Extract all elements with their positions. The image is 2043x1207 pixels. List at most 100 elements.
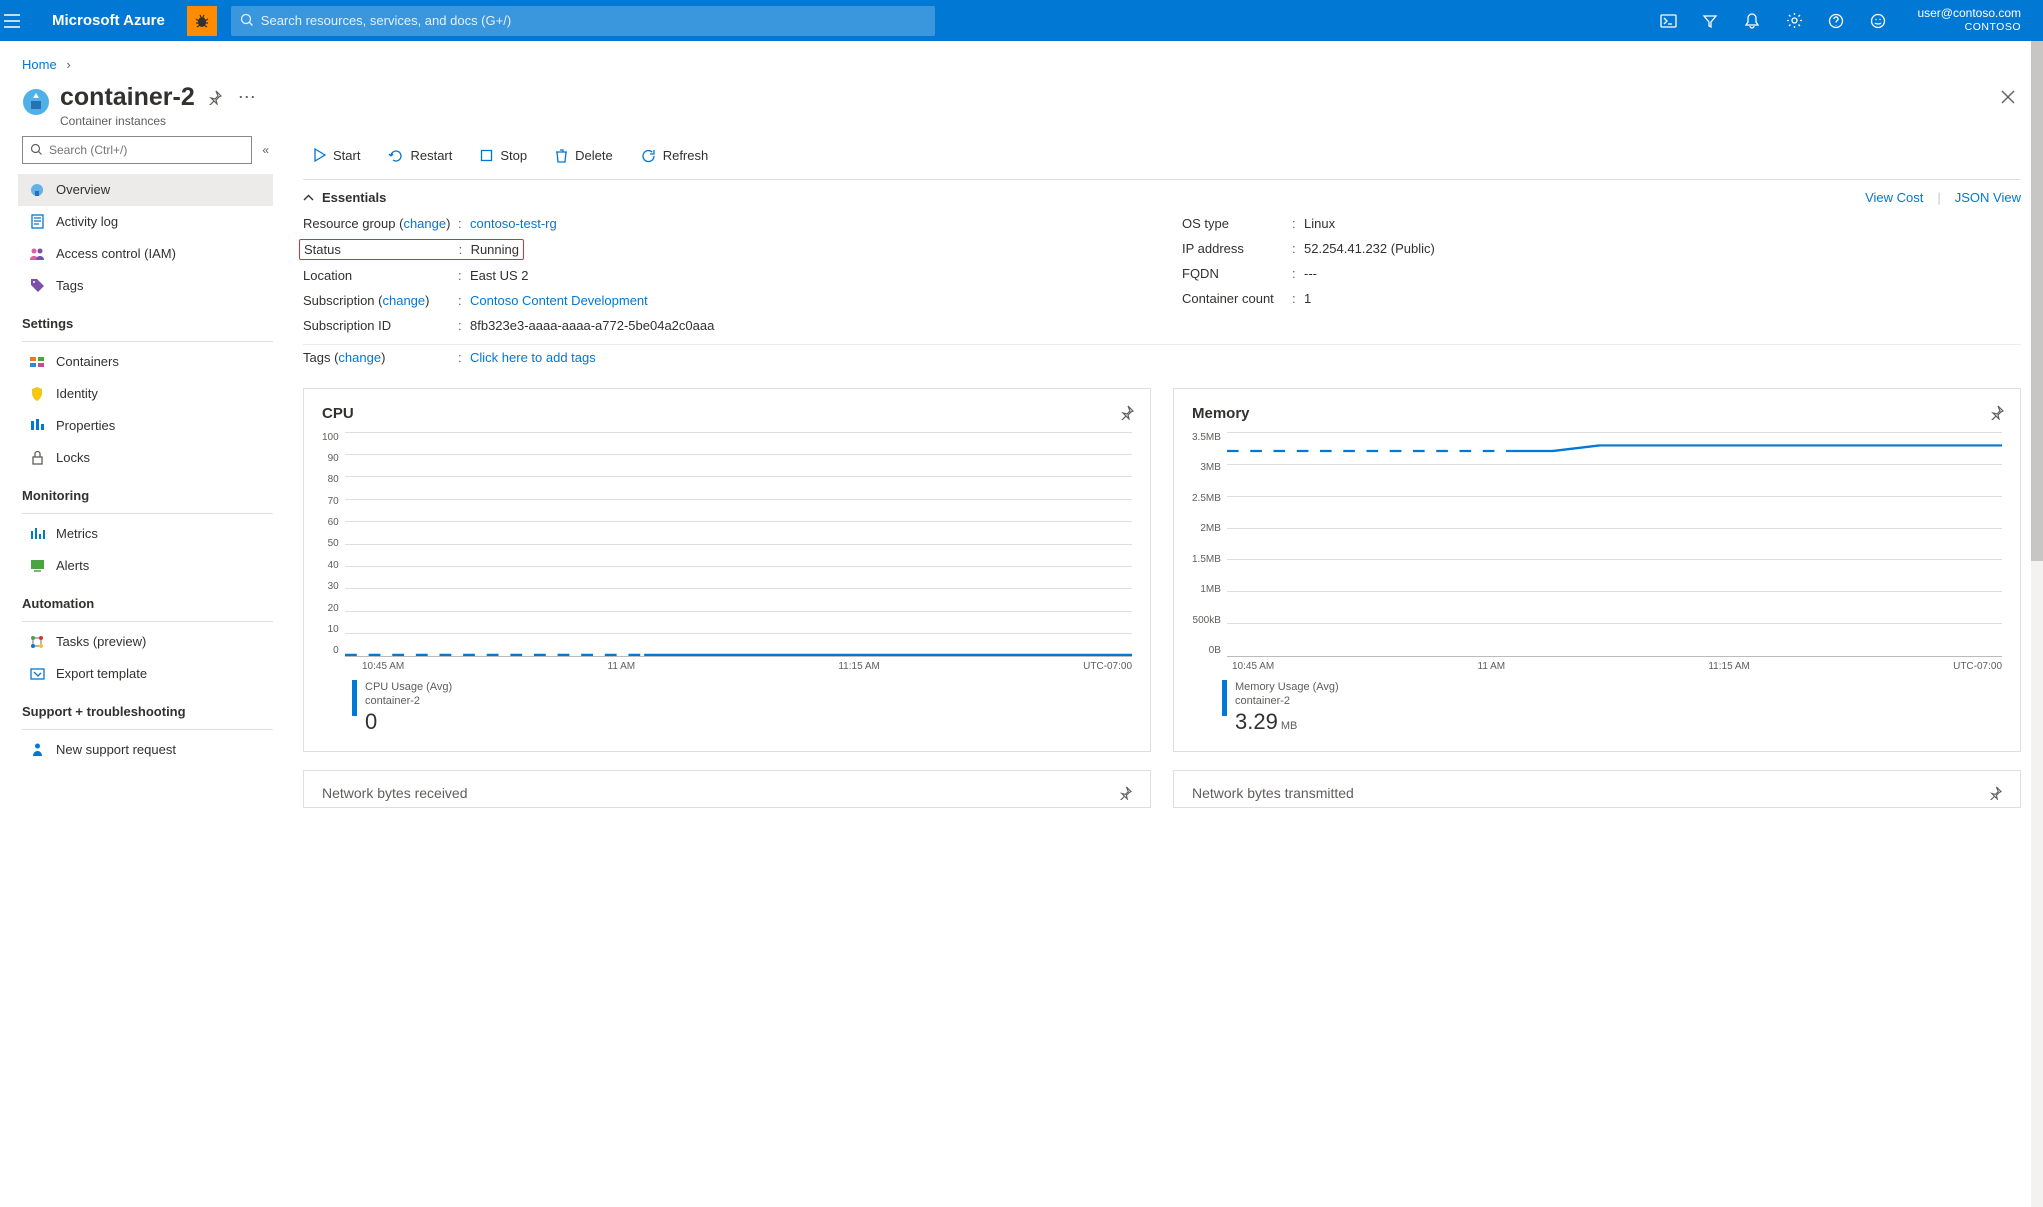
hamburger-icon xyxy=(4,14,20,28)
nav-section-automation: Automation xyxy=(18,582,273,617)
nav-tags[interactable]: Tags xyxy=(18,270,273,302)
delete-icon xyxy=(555,148,568,163)
chevron-right-icon: › xyxy=(66,57,70,72)
change-tags-link[interactable]: change xyxy=(338,350,381,365)
os-label: OS type xyxy=(1182,216,1292,231)
cpu-value: 0 xyxy=(365,708,452,737)
locks-icon xyxy=(28,449,46,467)
nav-properties[interactable]: Properties xyxy=(18,410,273,442)
cpu-chart-card: CPU 1009080706050403020100 10:45 AM11 AM… xyxy=(303,388,1151,752)
stop-button[interactable]: Stop xyxy=(470,144,537,167)
essentials-header[interactable]: Essentials View Cost | JSON View xyxy=(303,180,2021,211)
notifications-button[interactable] xyxy=(1731,0,1773,41)
memory-plot-area[interactable] xyxy=(1227,432,2002,657)
pin-memory-button[interactable] xyxy=(1989,405,2004,420)
location-label: Location xyxy=(303,268,458,283)
chevron-up-icon xyxy=(303,194,314,201)
preview-bug-button[interactable] xyxy=(187,6,217,36)
pin-icon xyxy=(207,90,222,105)
nav-export-template[interactable]: Export template xyxy=(18,658,273,690)
more-button[interactable]: ⋯ xyxy=(238,93,256,102)
page-scrollbar[interactable] xyxy=(2031,41,2043,1207)
command-bar: Start Restart Stop Delete Refresh xyxy=(303,136,2021,180)
start-button[interactable]: Start xyxy=(303,144,370,167)
cpu-chart-title: CPU xyxy=(322,405,1132,422)
bell-icon xyxy=(1744,12,1760,30)
pin-button[interactable] xyxy=(207,90,222,105)
overview-icon xyxy=(28,181,46,199)
refresh-button[interactable]: Refresh xyxy=(631,144,719,167)
change-sub-link[interactable]: change xyxy=(382,293,425,308)
memory-chart-title: Memory xyxy=(1192,405,2002,422)
nav-tasks[interactable]: Tasks (preview) xyxy=(18,626,273,658)
breadcrumb-home[interactable]: Home xyxy=(22,57,57,72)
menu-search-input[interactable] xyxy=(22,136,252,164)
pin-cpu-button[interactable] xyxy=(1119,405,1134,420)
restart-icon xyxy=(388,148,403,163)
add-tags-link[interactable]: Click here to add tags xyxy=(470,350,596,365)
help-button[interactable] xyxy=(1815,0,1857,41)
stop-icon xyxy=(480,149,493,162)
collapse-menu-button[interactable]: « xyxy=(262,143,269,157)
metrics-icon xyxy=(28,525,46,543)
support-icon xyxy=(28,741,46,759)
feedback-button[interactable] xyxy=(1857,0,1899,41)
page-title: container-2 xyxy=(60,84,195,112)
properties-icon xyxy=(28,417,46,435)
menu-button[interactable] xyxy=(4,14,44,28)
brand-label[interactable]: Microsoft Azure xyxy=(44,12,181,29)
nav-activity-log[interactable]: Activity log xyxy=(18,206,273,238)
restart-button[interactable]: Restart xyxy=(378,144,462,167)
net-trans-title: Network bytes transmitted xyxy=(1192,785,1354,801)
global-search-input[interactable] xyxy=(231,6,935,36)
breadcrumb: Home › xyxy=(0,41,2043,72)
main-content: Start Restart Stop Delete Refresh Essent… xyxy=(273,136,2043,808)
nav-access-control[interactable]: Access control (IAM) xyxy=(18,238,273,270)
settings-button[interactable] xyxy=(1773,0,1815,41)
nav-new-support[interactable]: New support request xyxy=(18,734,273,766)
search-icon xyxy=(240,13,254,27)
nav-containers[interactable]: Containers xyxy=(18,346,273,378)
pin-recv-button[interactable] xyxy=(1118,786,1132,800)
user-account[interactable]: user@contoso.com CONTOSO xyxy=(1899,6,2039,34)
pin-trans-button[interactable] xyxy=(1988,786,2002,800)
close-button[interactable] xyxy=(1995,84,2021,110)
containers-icon xyxy=(28,353,46,371)
nav-section-settings: Settings xyxy=(18,302,273,337)
memory-x-axis: 10:45 AM11 AM11:15 AMUTC-07:00 xyxy=(1192,661,2002,672)
memory-chart-card: Memory 3.5MB3MB2.5MB2MB1.5MB1MB500kB0B 1… xyxy=(1173,388,2021,752)
pin-icon xyxy=(1989,405,2004,420)
bug-icon xyxy=(194,13,210,29)
gear-icon xyxy=(1786,12,1803,29)
subscription-id-value: 8fb323e3-aaaa-aaaa-a772-5be04a2c0aaa xyxy=(470,318,714,333)
change-rg-link[interactable]: change xyxy=(403,216,446,231)
directory-filter-button[interactable] xyxy=(1689,0,1731,41)
iam-icon xyxy=(28,245,46,263)
nav-locks[interactable]: Locks xyxy=(18,442,273,474)
question-icon xyxy=(1828,13,1844,29)
tags-icon xyxy=(28,277,46,295)
refresh-icon xyxy=(641,148,656,163)
nav-section-support: Support + troubleshooting xyxy=(18,690,273,725)
json-view-link[interactable]: JSON View xyxy=(1955,190,2021,205)
identity-icon xyxy=(28,385,46,403)
memory-value: 3.29 xyxy=(1235,709,1278,734)
delete-button[interactable]: Delete xyxy=(545,144,623,167)
filter-icon xyxy=(1702,13,1718,29)
fqdn-label: FQDN xyxy=(1182,266,1292,281)
cpu-plot-area[interactable] xyxy=(345,432,1132,657)
nav-section-monitoring: Monitoring xyxy=(18,474,273,509)
status-value: Running xyxy=(471,242,519,257)
cloud-shell-button[interactable] xyxy=(1647,0,1689,41)
azure-topbar: Microsoft Azure user@contoso.com CONTOSO xyxy=(0,0,2043,41)
net-recv-title: Network bytes received xyxy=(322,785,468,801)
cloud-shell-icon xyxy=(1660,13,1677,29)
subscription-link[interactable]: Contoso Content Development xyxy=(470,293,648,308)
view-cost-link[interactable]: View Cost xyxy=(1865,190,1923,205)
nav-metrics[interactable]: Metrics xyxy=(18,518,273,550)
nav-identity[interactable]: Identity xyxy=(18,378,273,410)
resource-group-link[interactable]: contoso-test-rg xyxy=(470,216,557,231)
status-label: Status xyxy=(304,242,459,257)
nav-overview[interactable]: Overview xyxy=(18,174,273,206)
nav-alerts[interactable]: Alerts xyxy=(18,550,273,582)
